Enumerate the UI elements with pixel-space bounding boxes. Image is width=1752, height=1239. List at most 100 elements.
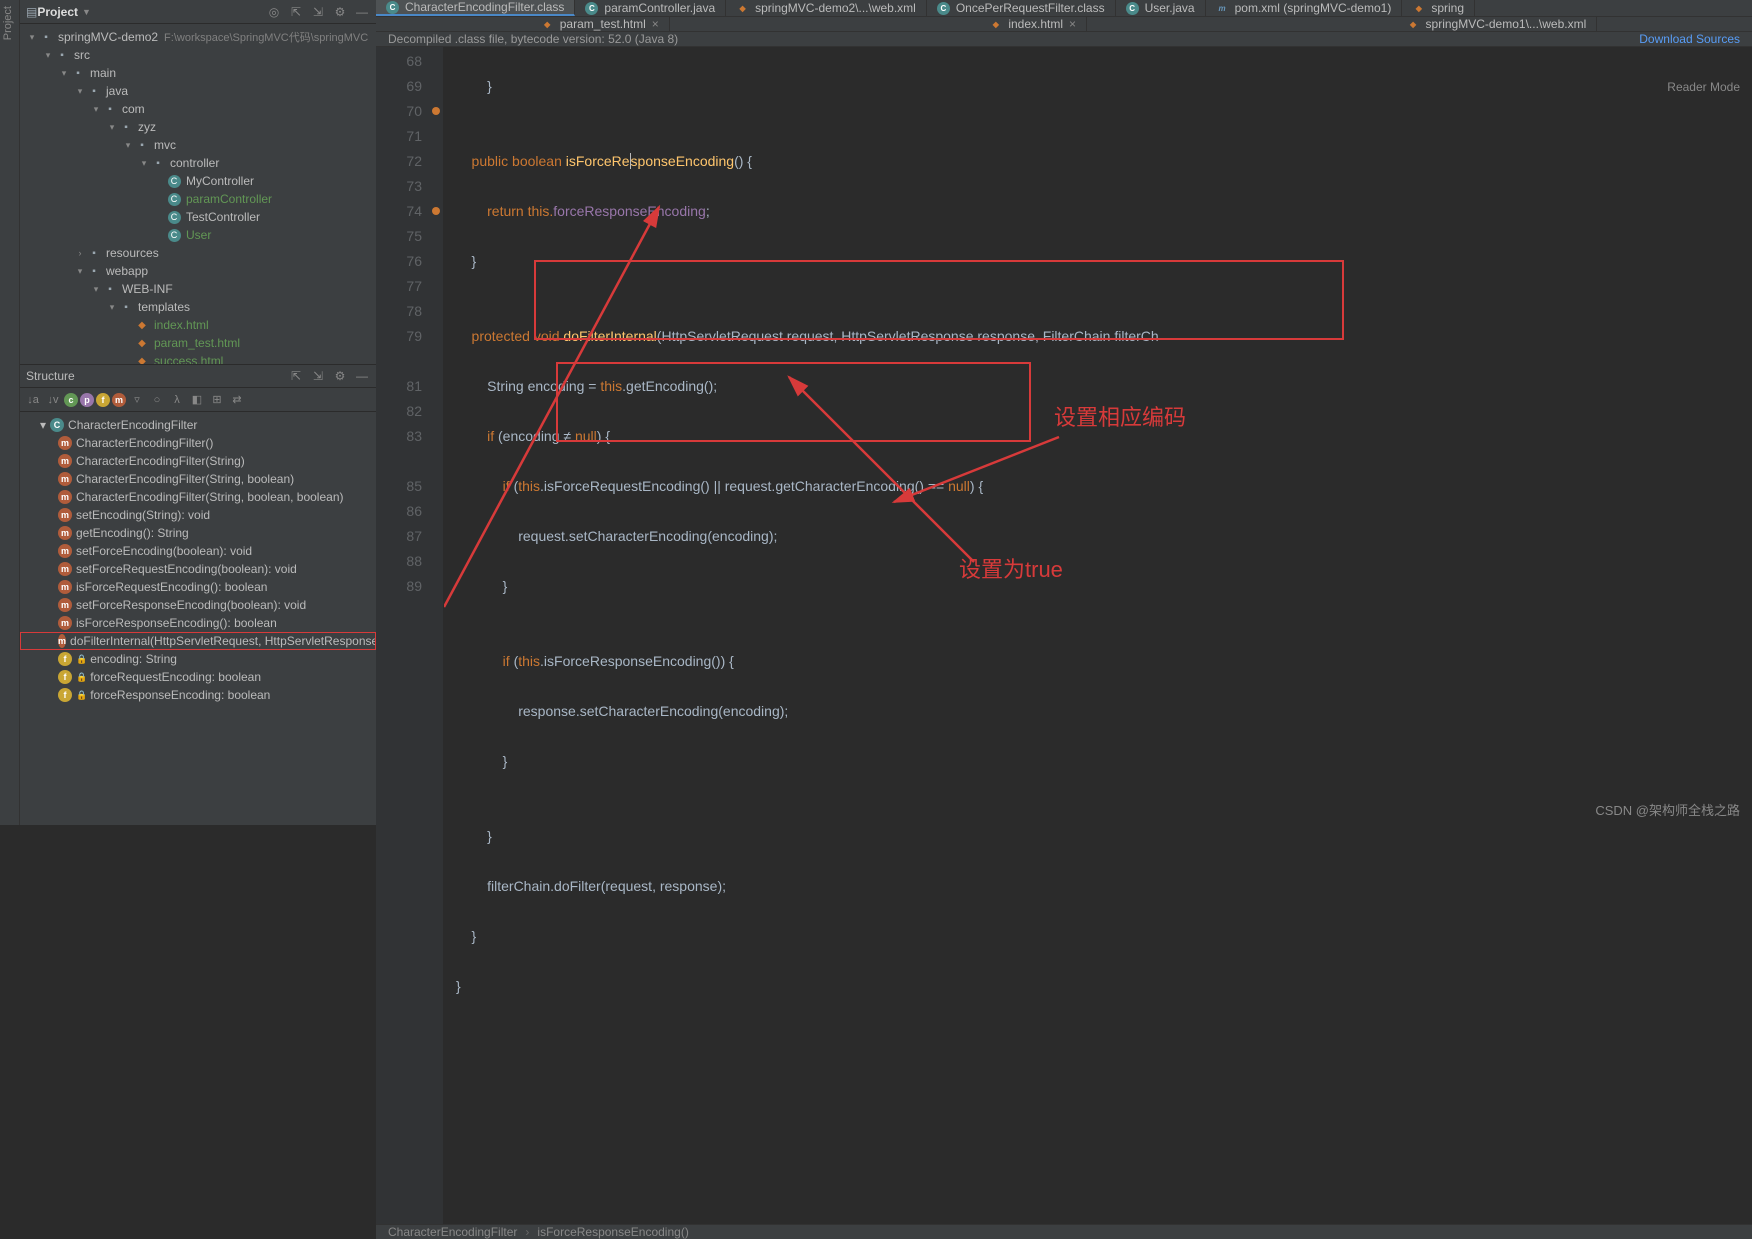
editor-tab[interactable]: ◆index.html× — [979, 17, 1087, 31]
tree-row[interactable]: CUser — [20, 226, 376, 244]
class-icon: C — [585, 2, 598, 15]
tree-row[interactable]: ▾▪springMVC-demo2F:\workspace\SpringMVC代… — [20, 28, 376, 46]
editor-tab[interactable]: CparamController.java — [575, 0, 726, 16]
tree-row[interactable]: ◆param_test.html — [20, 334, 376, 352]
chevron-icon[interactable]: ▾ — [74, 266, 86, 277]
chevron-icon[interactable]: ▾ — [106, 302, 118, 313]
structure-item[interactable]: mdoFilterInternal(HttpServletRequest, Ht… — [20, 632, 376, 650]
tree-row[interactable]: ▾▪zyz — [20, 118, 376, 136]
editor-tab[interactable]: CCharacterEncodingFilter.class — [376, 0, 575, 16]
chevron-icon[interactable]: ▾ — [90, 104, 102, 115]
gear-icon[interactable]: ⚙ — [332, 368, 348, 384]
code-content[interactable]: } public boolean isForceResponseEncoding… — [444, 47, 1752, 1224]
tree-row[interactable]: ◆index.html — [20, 316, 376, 334]
structure-item[interactable]: misForceResponseEncoding(): boolean — [20, 614, 376, 632]
structure-item[interactable]: mCharacterEncodingFilter(String, boolean… — [20, 470, 376, 488]
tree-row[interactable]: CparamController — [20, 190, 376, 208]
structure-tree[interactable]: ▾CCharacterEncodingFiltermCharacterEncod… — [20, 412, 376, 825]
structure-title[interactable]: Structure — [26, 369, 75, 383]
code-area[interactable]: 6869707172737475767778798182838586878889… — [376, 47, 1752, 1224]
project-title[interactable]: Project — [37, 5, 78, 19]
editor-tab[interactable]: COncePerRequestFilter.class — [927, 0, 1116, 16]
filter-m-icon[interactable]: m — [112, 393, 126, 407]
sort-alpha-icon[interactable]: ↓a — [24, 391, 42, 409]
editor-tab[interactable]: ◆springMVC-demo2\...\web.xml — [726, 0, 927, 16]
editor-tab[interactable]: mpom.xml (springMVC-demo1) — [1206, 0, 1403, 16]
download-sources-link[interactable]: Download Sources — [1639, 32, 1740, 46]
lambda-icon[interactable]: λ — [168, 391, 186, 409]
editor-tab[interactable]: ◆param_test.html× — [531, 17, 670, 31]
structure-item[interactable]: mgetEncoding(): String — [20, 524, 376, 542]
filter-c-icon[interactable]: c — [64, 393, 78, 407]
tree-row[interactable]: ▾▪webapp — [20, 262, 376, 280]
structure-item[interactable]: msetForceResponseEncoding(boolean): void — [20, 596, 376, 614]
structure-item[interactable]: mCharacterEncodingFilter() — [20, 434, 376, 452]
tree-row[interactable]: ▾▪controller — [20, 154, 376, 172]
tree-label: templates — [138, 300, 190, 314]
breadcrumb[interactable]: CharacterEncodingFilter › isForceRespons… — [376, 1224, 1752, 1239]
tree-row[interactable]: ▾▪mvc — [20, 136, 376, 154]
expand-all-icon[interactable]: ⇱ — [288, 368, 304, 384]
chevron-icon[interactable]: ▾ — [26, 32, 38, 43]
expand-all-icon[interactable]: ⇱ — [288, 4, 304, 20]
hide-icon[interactable]: — — [354, 368, 370, 384]
line-number — [376, 349, 422, 374]
expand-icon[interactable]: ⊞ — [208, 391, 226, 409]
tree-row[interactable]: ▾▪src — [20, 46, 376, 64]
breadcrumb-class[interactable]: CharacterEncodingFilter — [388, 1225, 517, 1239]
structure-item[interactable]: misForceRequestEncoding(): boolean — [20, 578, 376, 596]
chevron-icon[interactable]: ▾ — [90, 284, 102, 295]
filter-icon[interactable]: ▿ — [128, 391, 146, 409]
select-opened-icon[interactable]: ◎ — [266, 4, 282, 20]
structure-item[interactable]: f🔒forceResponseEncoding: boolean — [20, 686, 376, 704]
structure-item[interactable]: mCharacterEncodingFilter(String) — [20, 452, 376, 470]
filter-f-icon[interactable]: f — [96, 393, 110, 407]
project-tree[interactable]: ▾▪springMVC-demo2F:\workspace\SpringMVC代… — [20, 24, 376, 364]
tree-row[interactable]: ▾▪java — [20, 82, 376, 100]
hide-icon[interactable]: — — [354, 4, 370, 20]
tree-row[interactable]: ▾▪main — [20, 64, 376, 82]
structure-root[interactable]: ▾CCharacterEncodingFilter — [20, 416, 376, 434]
chevron-icon[interactable]: › — [74, 248, 86, 258]
structure-item[interactable]: mCharacterEncodingFilter(String, boolean… — [20, 488, 376, 506]
tree-row[interactable]: ▾▪WEB-INF — [20, 280, 376, 298]
project-tool-button[interactable]: Project — [0, 0, 16, 46]
tree-row[interactable]: ›▪resources — [20, 244, 376, 262]
collapse-all-icon[interactable]: ⇲ — [310, 4, 326, 20]
sort-visibility-icon[interactable]: ↓v — [44, 391, 62, 409]
editor-tab[interactable]: CUser.java — [1116, 0, 1206, 16]
line-number: 68 — [376, 49, 422, 74]
fold-strip[interactable] — [430, 47, 444, 1224]
tree-row[interactable]: ◆success.html — [20, 352, 376, 364]
chevron-icon[interactable]: ▾ — [42, 50, 54, 61]
filter2-icon[interactable]: ○ — [148, 391, 166, 409]
structure-item[interactable]: msetForceEncoding(boolean): void — [20, 542, 376, 560]
close-icon[interactable]: × — [652, 17, 659, 31]
tree-row[interactable]: ▾▪templates — [20, 298, 376, 316]
gear-icon[interactable]: ⚙ — [332, 4, 348, 20]
close-icon[interactable]: × — [1069, 17, 1076, 31]
breadcrumb-method[interactable]: isForceResponseEncoding() — [537, 1225, 688, 1239]
editor-tab[interactable]: ◆springMVC-demo1\...\web.xml — [1397, 17, 1598, 31]
folder-icon: ▪ — [150, 156, 166, 170]
tree-row[interactable]: CTestController — [20, 208, 376, 226]
html-icon: ◆ — [541, 18, 554, 31]
collapse-all-icon[interactable]: ⇲ — [310, 368, 326, 384]
structure-item[interactable]: f🔒forceRequestEncoding: boolean — [20, 668, 376, 686]
chevron-icon[interactable]: ▾ — [138, 158, 150, 169]
structure-item[interactable]: msetEncoding(String): void — [20, 506, 376, 524]
chevron-down-icon[interactable]: ▼ — [82, 7, 91, 17]
structure-item[interactable]: f🔒encoding: String — [20, 650, 376, 668]
autoscroll-icon[interactable]: ⇄ — [228, 391, 246, 409]
filter-p-icon[interactable]: p — [80, 393, 94, 407]
chevron-icon[interactable]: ▾ — [58, 68, 70, 79]
anon-icon[interactable]: ◧ — [188, 391, 206, 409]
chevron-icon[interactable]: ▾ — [106, 122, 118, 133]
chevron-icon[interactable]: ▾ — [122, 140, 134, 151]
tree-row[interactable]: CMyController — [20, 172, 376, 190]
editor-tab[interactable]: ◆spring — [1402, 0, 1475, 16]
chevron-icon[interactable]: ▾ — [74, 86, 86, 97]
structure-item[interactable]: msetForceRequestEncoding(boolean): void — [20, 560, 376, 578]
structure-label: encoding: String — [90, 652, 177, 666]
tree-row[interactable]: ▾▪com — [20, 100, 376, 118]
